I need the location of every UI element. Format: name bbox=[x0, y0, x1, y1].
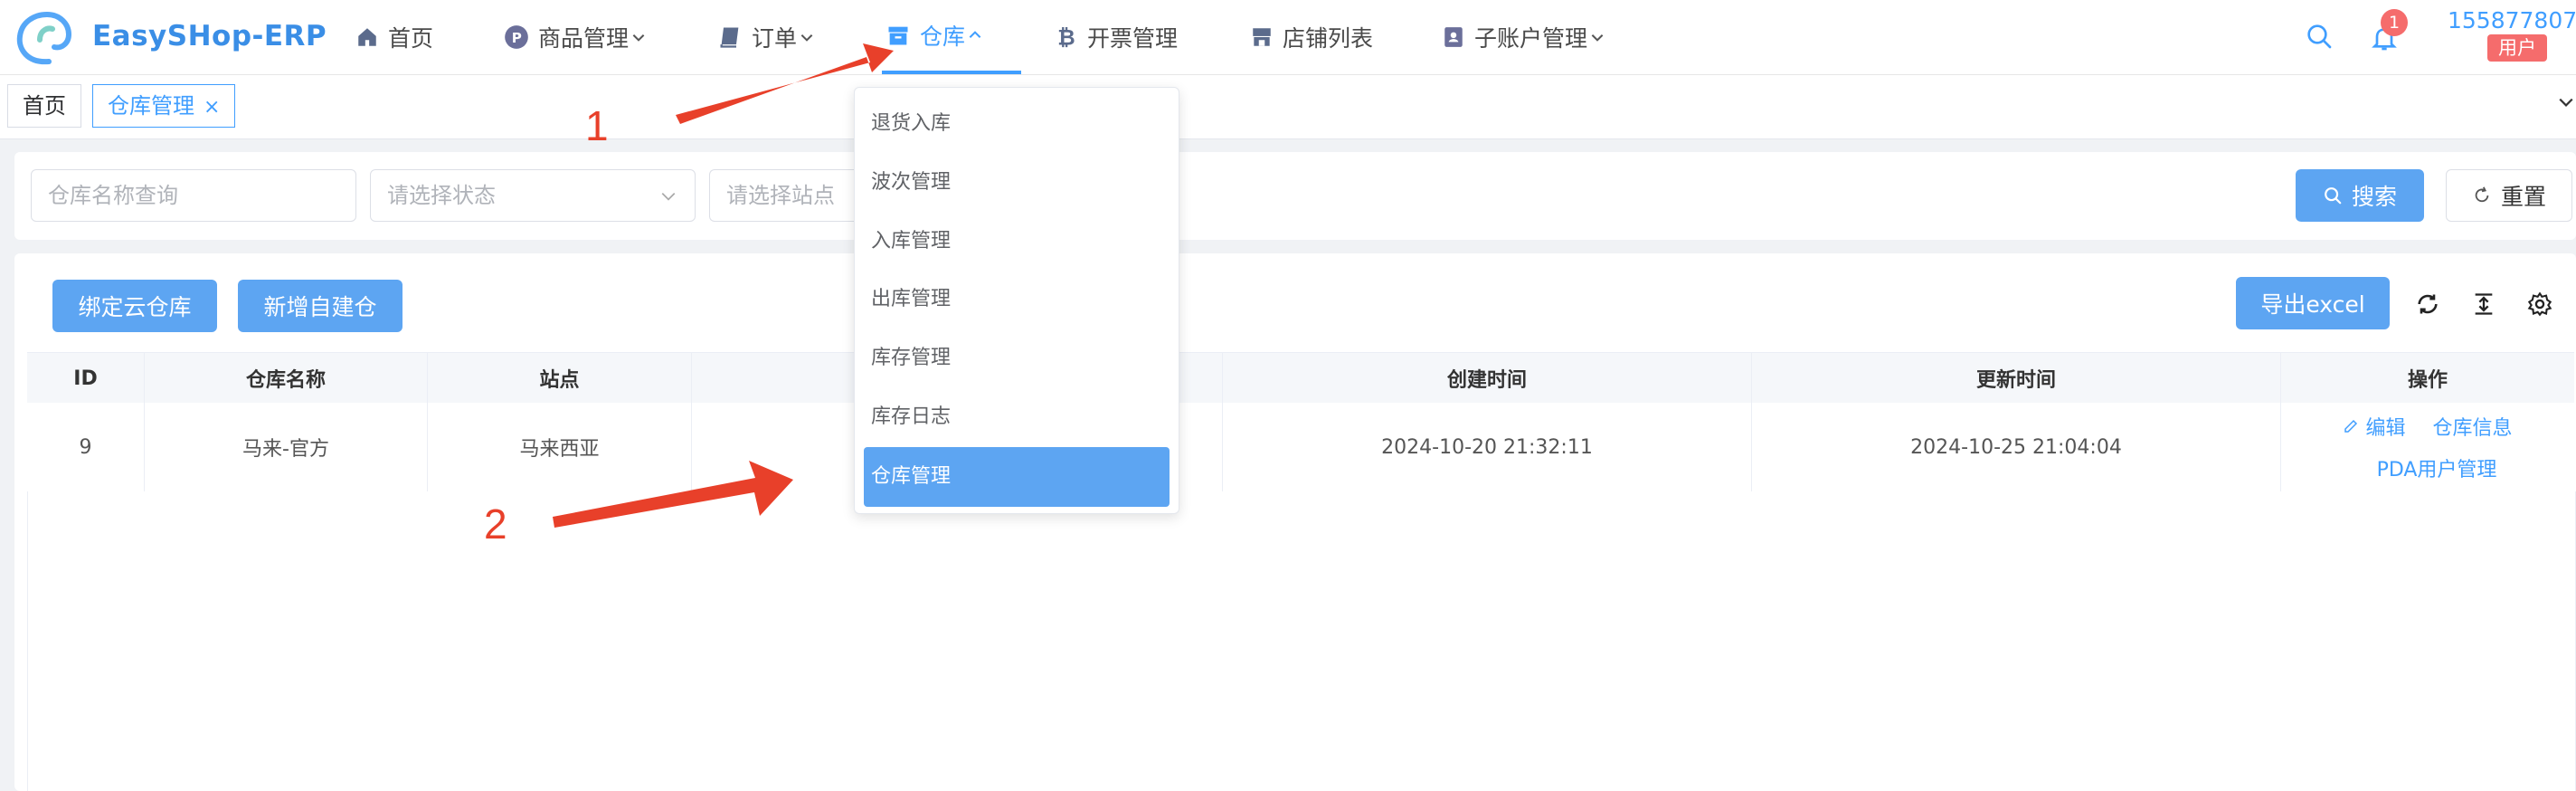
annotation-step-1: 1 bbox=[585, 102, 609, 149]
annotation-step-2: 2 bbox=[484, 500, 507, 548]
arrow-1 bbox=[676, 43, 894, 124]
annotation-arrows bbox=[553, 43, 894, 528]
arrow-2 bbox=[553, 461, 793, 528]
